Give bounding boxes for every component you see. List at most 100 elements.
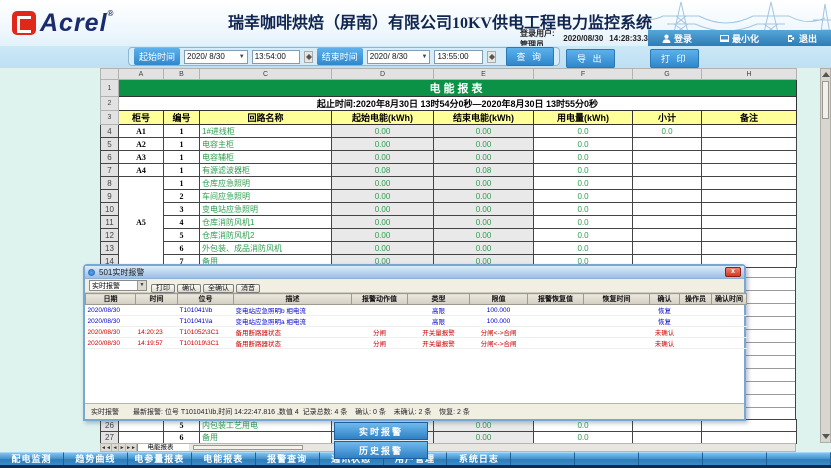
acrel-logo-icon [12,11,36,35]
alarm-description: 变电站应急照明b 相电流 [234,305,352,316]
exit-button[interactable]: 退出 [787,32,817,45]
menu-item-realtime-alarm[interactable]: 实时报警 [334,422,428,440]
alarm-column-header[interactable]: 限值 [470,294,528,305]
minimize-label: 最小化 [732,32,759,45]
nav-item-alarm-query[interactable]: 报警查询 [256,452,320,465]
page-title: 瑞幸咖啡烘焙（屏南）有限公司10KV供电工程电力监控系统 [225,9,655,33]
subtotal-cell [633,432,702,444]
alarm-row[interactable]: 2020/08/3014:20:23T101052\3C1备用断路器状态分闸开关… [86,327,747,338]
circuit-number-cell: 1 [164,177,200,190]
circuit-name-cell: 仓库消防风机1 [200,216,332,229]
scroll-up-icon[interactable] [822,72,830,77]
chevron-down-icon[interactable]: ▼ [239,54,245,60]
spinner-down-icon[interactable] [489,57,495,60]
nav-item-energy-report[interactable]: 电能报表 [192,452,256,465]
minimize-button[interactable]: 最小化 [720,32,759,45]
tab-first-icon[interactable]: ◄◄ [101,444,112,451]
chevron-down-icon[interactable]: ▼ [422,54,428,60]
circuit-number-cell: 3 [164,203,200,216]
alarm-type-select[interactable]: 实时报警 ▼ [89,280,147,291]
remark-cell [702,420,797,432]
scroll-down-icon[interactable] [822,434,830,439]
nav-item-parameter-report[interactable]: 电参量报表 [128,452,192,465]
alarm-recover-time [584,316,650,327]
alarm-row[interactable]: 2020/08/3014:19:57T101019\3C1备用断路器状态分闸开关… [86,338,747,349]
alarm-ack-time [712,338,747,349]
tab-prev-icon[interactable]: ◄ [112,444,119,451]
alarm-column-header[interactable]: 描述 [234,294,352,305]
export-button[interactable]: 导 出 [566,49,615,68]
alarm-row[interactable]: 2020/08/30T101041\Ib变电站应急照明b 相电流高限100.00… [86,305,747,316]
cabinet-cell: A5 [119,177,164,268]
close-icon[interactable]: x [725,267,741,277]
remark-cell [702,229,797,242]
start-energy-cell: 0.00 [332,216,434,229]
row-number: 5 [101,138,119,151]
end-date-field[interactable]: 2020/ 8/30▼ [367,50,431,64]
alarm-recover-value [528,305,584,316]
alarm-recover-value [528,327,584,338]
alarm-column-header[interactable]: 位号 [178,294,234,305]
row-number: 9 [101,190,119,203]
alarm-column-header[interactable]: 时间 [136,294,178,305]
table-row: 136外包装、成品消防风机0.000.000.0 [101,242,797,255]
start-time-field[interactable]: 13:54:00 [252,50,300,64]
sheet-tab-energy-report[interactable]: 电能报表 [137,444,189,451]
alarm-column-header[interactable]: 报警动作值 [352,294,408,305]
horizontal-scroll-thumb[interactable] [193,445,303,450]
circuit-name-cell: 1#进线柜 [200,125,332,138]
vertical-scrollbar[interactable] [820,68,831,443]
nav-item-trend-curve[interactable]: 趋势曲线 [64,452,128,465]
tab-last-icon[interactable]: ►► [126,444,137,451]
nav-item-blank [511,452,575,465]
query-button[interactable]: 查 询 [506,47,555,66]
column-letter: C [200,69,332,80]
ack-all-button[interactable]: 全确认 [203,284,234,293]
alarm-column-header[interactable]: 日期 [86,294,136,305]
vertical-scroll-thumb[interactable] [822,81,829,119]
start-energy-cell: 0.00 [332,242,434,255]
nav-item-distribution-monitor[interactable]: 配电监测 [0,452,64,465]
column-letters-row: ABCDEFGH [101,69,797,80]
print-button[interactable]: 打 印 [650,49,699,68]
alarm-column-header[interactable]: 确认 [650,294,680,305]
table-row: 114仓库消防风机10.000.000.0 [101,216,797,229]
usage-cell: 0.0 [534,216,633,229]
alarm-column-header[interactable]: 操作员 [680,294,712,305]
alarm-ack-time [712,316,747,327]
alarm-column-header[interactable]: 类型 [408,294,470,305]
tab-next-icon[interactable]: ► [119,444,126,451]
table-row: 5A21电容主柜0.000.000.0 [101,138,797,151]
end-energy-cell: 0.00 [434,125,534,138]
spinner-down-icon[interactable] [306,57,312,60]
row-number: 2 [101,97,119,111]
print-alarm-button[interactable]: 打印 [151,284,175,293]
energy-report-sheet: ABCDEFGH1电能报表2起止时间:2020年8月30日 13时54分0秒—2… [100,68,797,268]
menu-item-history-alarm[interactable]: 历史报警 [334,441,428,459]
subtotal-cell [633,216,702,229]
circuit-number-cell: 5 [164,229,200,242]
nav-item-system-log[interactable]: 系统日志 [447,452,511,465]
system-time: 14:28:33.3 [609,34,648,43]
ack-button[interactable]: 确认 [177,284,201,293]
alarm-column-header[interactable]: 报警恢复值 [528,294,584,305]
alarm-ack-time [712,305,747,316]
alarm-operator [680,338,712,349]
end-time-spinner[interactable] [487,51,496,63]
row-number: 11 [101,216,119,229]
alarm-ack-state: 恢复 [650,305,680,316]
alarm-column-header[interactable]: 确认时间 [712,294,747,305]
start-energy-cell: 0.00 [332,203,434,216]
alarm-column-header[interactable]: 恢复时间 [584,294,650,305]
login-button[interactable]: 登录 [662,32,692,45]
start-time-spinner[interactable] [304,51,313,63]
registered-mark: ® [108,9,115,18]
mute-button[interactable]: 消音 [236,284,260,293]
start-date-field[interactable]: 2020/ 8/30▼ [184,50,248,64]
usage-cell: 0.0 [534,420,633,432]
circuit-number-cell: 5 [164,420,200,432]
end-time-field[interactable]: 13:55:00 [434,50,482,64]
alarm-limit: 分闸<->合闸 [470,327,528,338]
alarm-row[interactable]: 2020/08/30T101041\Ia变电站应急照明a 相电流高限100.00… [86,316,747,327]
chevron-down-icon[interactable]: ▼ [137,281,146,290]
